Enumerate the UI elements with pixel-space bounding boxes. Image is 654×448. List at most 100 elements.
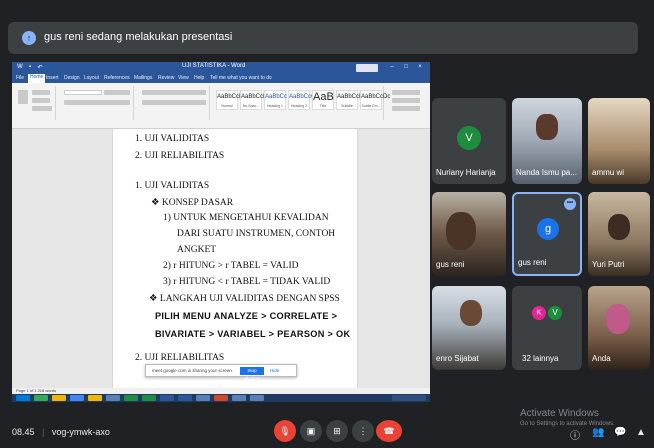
style-title[interactable]: AaB Title [312, 90, 334, 110]
participant-face [608, 214, 630, 240]
doc-line: 2. UJI RELIABILITAS [135, 151, 225, 161]
tab-home[interactable]: Home [28, 74, 46, 83]
leave-call-icon[interactable]: ☎ [376, 420, 402, 442]
doc-line: 1. UJI VALIDITAS [135, 181, 210, 191]
doc-line: 1. UJI VALIDITAS [135, 134, 210, 144]
doc-line: ❖ KONSEP DASAR [151, 198, 234, 208]
participant-face [606, 304, 630, 334]
participant-tile[interactable]: Nanda Ismu pa... [512, 98, 582, 184]
maximize-icon[interactable]: □ [402, 64, 410, 71]
folder-icon[interactable] [52, 395, 66, 401]
participant-face [536, 114, 558, 140]
tell-me-search[interactable]: Tell me what you want to do [210, 75, 272, 81]
participant-tile[interactable]: K V 32 lainnya [512, 286, 582, 370]
styles-group: AaBbCcDc Normal AaBbCcDc No Spac... AaBbCc… [214, 86, 390, 120]
participant-name: Yuri Putri [592, 260, 625, 269]
participant-name: gus reni [436, 260, 465, 269]
participant-tile[interactable]: gus reni [432, 192, 506, 276]
explorer-icon[interactable] [88, 395, 102, 401]
app-icon[interactable] [196, 395, 210, 401]
start-icon[interactable] [16, 395, 30, 401]
people-icon[interactable]: 👥 [592, 427, 604, 438]
sign-in-button[interactable] [356, 64, 378, 72]
participant-tile[interactable]: V Nuriany Harianja [432, 98, 506, 184]
windows-taskbar [12, 394, 430, 402]
tab-file[interactable]: File [16, 75, 24, 81]
editing-group [388, 86, 428, 120]
avatar: g [537, 218, 559, 240]
chrome-icon[interactable] [70, 395, 84, 401]
save-icon[interactable]: ▪ [26, 64, 34, 71]
tab-insert[interactable]: Insert [46, 75, 59, 81]
style-no-spacing[interactable]: AaBbCcDc No Spac... [240, 90, 270, 110]
system-tray[interactable] [392, 395, 426, 401]
doc-line: ANGKET [177, 245, 217, 255]
participant-tile-active[interactable]: ••• g gus reni [512, 192, 582, 276]
chat-icon[interactable]: 💬 [614, 427, 626, 438]
more-options-icon[interactable]: ••• [564, 198, 576, 210]
clipboard-group [14, 86, 56, 120]
more-options-icon[interactable]: ⋮ [352, 420, 374, 442]
hide-button[interactable]: Hide [270, 368, 279, 373]
chrome-icon[interactable] [34, 395, 48, 401]
activities-icon[interactable]: ▲ [636, 427, 646, 438]
word-logo-icon: W [17, 64, 23, 70]
paragraph-group [138, 86, 210, 120]
tab-layout[interactable]: Layout [84, 75, 99, 81]
doc-line: PILIH MENU ANALYZE > CORRELATE > [155, 311, 338, 321]
app-icon[interactable] [106, 395, 120, 401]
tab-review[interactable]: Review [158, 75, 174, 81]
banner-bar: ↑ gus reni sedang melakukan presentasi [8, 22, 638, 54]
app-icon[interactable] [232, 395, 246, 401]
style-subtitle[interactable]: AaBbCcD Subtitle [336, 90, 363, 110]
doc-line: BIVARIATE > VARIABEL > PEARSON > OK [155, 329, 351, 339]
mic-off-icon[interactable]: 🎙 [274, 420, 296, 442]
powerpoint-icon[interactable] [214, 395, 228, 401]
word-icon[interactable] [160, 395, 174, 401]
stop-sharing-button[interactable]: Stop sharing [240, 367, 264, 381]
excel-icon[interactable] [142, 395, 156, 401]
participant-tile[interactable]: enro Sijabat [432, 286, 506, 370]
participant-name: ammu wi [592, 168, 625, 177]
app-icon[interactable] [250, 395, 264, 401]
participant-tile[interactable]: Anda [588, 286, 650, 370]
document-page[interactable]: 1. UJI VALIDITAS 2. UJI RELIABILITAS 1. … [112, 129, 358, 388]
undo-icon[interactable]: ↶ [36, 64, 44, 71]
participant-tile[interactable]: Yuri Putri [588, 192, 650, 276]
tab-design[interactable]: Design [64, 75, 80, 81]
document-area[interactable]: 1. UJI VALIDITAS 2. UJI RELIABILITAS 1. … [12, 129, 430, 388]
tab-help[interactable]: Help [194, 75, 204, 81]
participant-name: Nanda Ismu pa... [516, 168, 577, 177]
excel-icon[interactable] [124, 395, 138, 401]
participant-name: Nuriany Harianja [436, 168, 496, 177]
style-heading2[interactable]: AaBbCcC Heading 2 [288, 90, 315, 110]
style-heading1[interactable]: AaBbCc Heading 1 [264, 90, 287, 110]
tab-view[interactable]: View [178, 75, 189, 81]
tab-mailings[interactable]: Mailings [134, 75, 152, 81]
close-icon[interactable]: × [416, 64, 424, 71]
meeting-info: 08.45 | vog-ymwk-axo [12, 427, 110, 437]
font-group [60, 86, 134, 120]
tab-references[interactable]: References [104, 75, 130, 81]
style-subtle-emphasis[interactable]: AaBbCcDc Subtle Em... [360, 90, 390, 110]
avatar: K [532, 306, 546, 320]
shared-screen[interactable]: W ▪ ↶ UJI STATISTIKA - Word – □ × File H… [12, 62, 430, 402]
doc-line: DARI SUATU INSTRUMEN, CONTOH [177, 229, 336, 239]
word-ribbon: AaBbCcDc Normal AaBbCcDc No Spac... AaBbCc… [12, 83, 430, 129]
word-title-bar: W ▪ ↶ UJI STATISTIKA - Word – □ × [12, 62, 430, 74]
present-now-icon[interactable]: ⊞ [326, 420, 348, 442]
meeting-controls: 08.45 | vog-ymwk-axo 🎙 ▣ ⊞ ⋮ ☎ ⓘ 👥 💬 ▲ [0, 412, 654, 448]
style-normal[interactable]: AaBbCcDc Normal [216, 90, 246, 110]
word-title: UJI STATISTIKA - Word [182, 63, 246, 69]
word-icon[interactable] [178, 395, 192, 401]
google-meet-window: ↑ gus reni sedang melakukan presentasi W… [0, 0, 654, 448]
banner-text: gus reni sedang melakukan presentasi [44, 31, 233, 43]
doc-line: 2. UJI RELIABILITAS [135, 353, 225, 363]
minimize-icon[interactable]: – [388, 64, 396, 71]
participant-face [460, 300, 482, 326]
avatar: V [457, 126, 481, 150]
share-notice-text: meet.google.com is sharing your screen. [152, 368, 234, 373]
camera-icon[interactable]: ▣ [300, 420, 322, 442]
info-icon[interactable]: ⓘ [570, 427, 580, 442]
participant-tile[interactable]: ammu wi [588, 98, 650, 184]
